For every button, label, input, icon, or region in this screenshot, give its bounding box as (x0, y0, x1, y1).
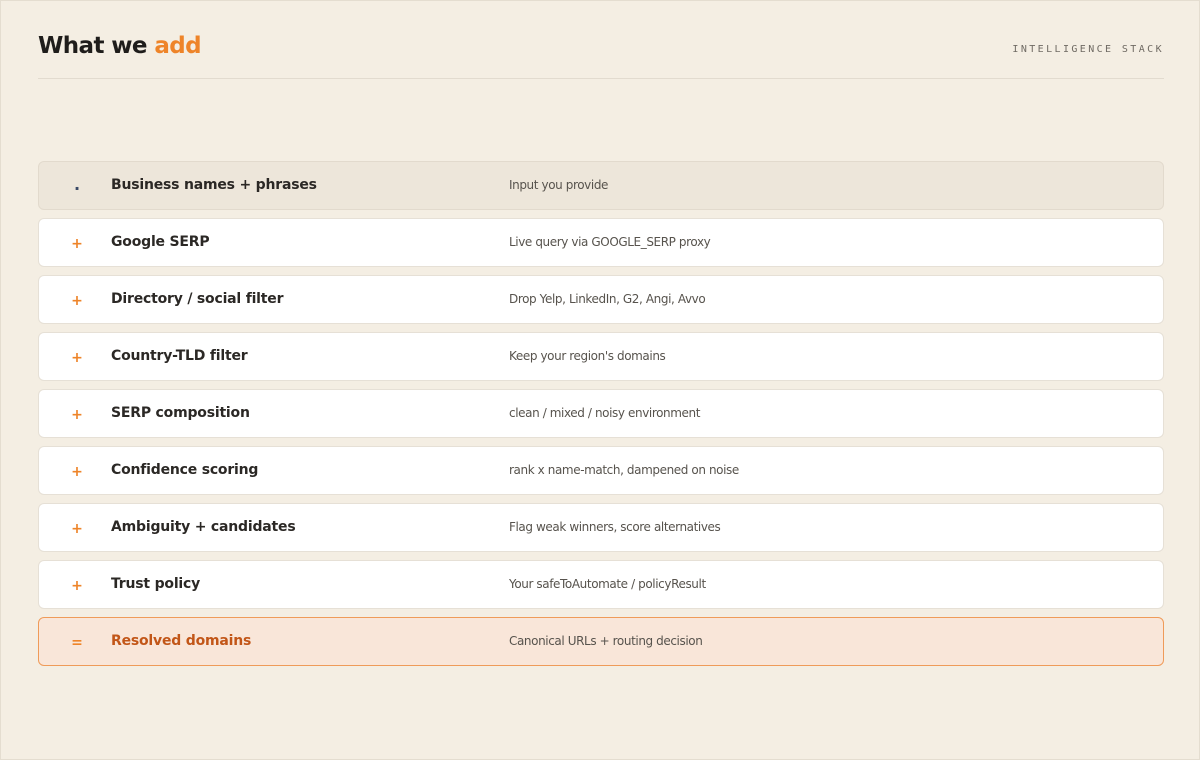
stack-row-description: Your safeToAutomate / policyResult (509, 577, 706, 591)
stack-row-label: SERP composition (111, 405, 250, 421)
stack-row-label: Country-TLD filter (111, 348, 248, 364)
stack-row-label: Resolved domains (111, 633, 252, 649)
stack-row-description: Canonical URLs + routing decision (509, 634, 703, 648)
stack-list: . Business names + phrases Input you pro… (38, 161, 1164, 674)
stack-row-input: . Business names + phrases Input you pro… (38, 161, 1164, 210)
section-kicker: INTELLIGENCE STACK (1012, 44, 1164, 55)
plus-icon: + (71, 407, 83, 423)
stack-row-description: Flag weak winners, score alternatives (509, 520, 721, 534)
title-main: What we (38, 33, 155, 59)
plus-icon: + (71, 521, 83, 537)
plus-icon: + (71, 350, 83, 366)
stack-row-label: Trust policy (111, 576, 201, 592)
stack-row-google-serp: + Google SERP Live query via GOOGLE_SERP… (38, 218, 1164, 267)
stack-row-description: Keep your region's domains (509, 349, 666, 363)
stack-row-label: Confidence scoring (111, 462, 259, 478)
stack-row-label: Directory / social filter (111, 291, 284, 307)
stack-row-serp-composition: + SERP composition clean / mixed / noisy… (38, 389, 1164, 438)
plus-icon: + (71, 578, 83, 594)
dot-icon: . (73, 175, 81, 194)
stack-row-trust-policy: + Trust policy Your safeToAutomate / pol… (38, 560, 1164, 609)
stack-row-ambiguity: + Ambiguity + candidates Flag weak winne… (38, 503, 1164, 552)
stack-row-description: Live query via GOOGLE_SERP proxy (509, 235, 711, 249)
stack-row-description: Input you provide (509, 178, 609, 192)
stack-row-label: Ambiguity + candidates (111, 519, 296, 535)
stack-row-description: Drop Yelp, LinkedIn, G2, Angi, Avvo (509, 292, 706, 306)
stack-row-result: = Resolved domains Canonical URLs + rout… (38, 617, 1164, 666)
plus-icon: + (71, 236, 83, 252)
stack-row-description: rank x name-match, dampened on noise (509, 463, 739, 477)
stack-row-label: Google SERP (111, 234, 210, 250)
page: What we add INTELLIGENCE STACK . Busines… (0, 0, 1200, 760)
plus-icon: + (71, 464, 83, 480)
header: What we add INTELLIGENCE STACK (38, 31, 1164, 79)
stack-row-country-tld-filter: + Country-TLD filter Keep your region's … (38, 332, 1164, 381)
title-accent: add (154, 33, 201, 59)
plus-icon: + (71, 293, 83, 309)
stack-row-description: clean / mixed / noisy environment (509, 406, 701, 420)
stack-row-confidence-scoring: + Confidence scoring rank x name-match, … (38, 446, 1164, 495)
equals-icon: = (71, 635, 83, 651)
page-title: What we add (38, 33, 202, 59)
stack-row-directory-filter: + Directory / social filter Drop Yelp, L… (38, 275, 1164, 324)
stack-row-label: Business names + phrases (111, 177, 317, 193)
